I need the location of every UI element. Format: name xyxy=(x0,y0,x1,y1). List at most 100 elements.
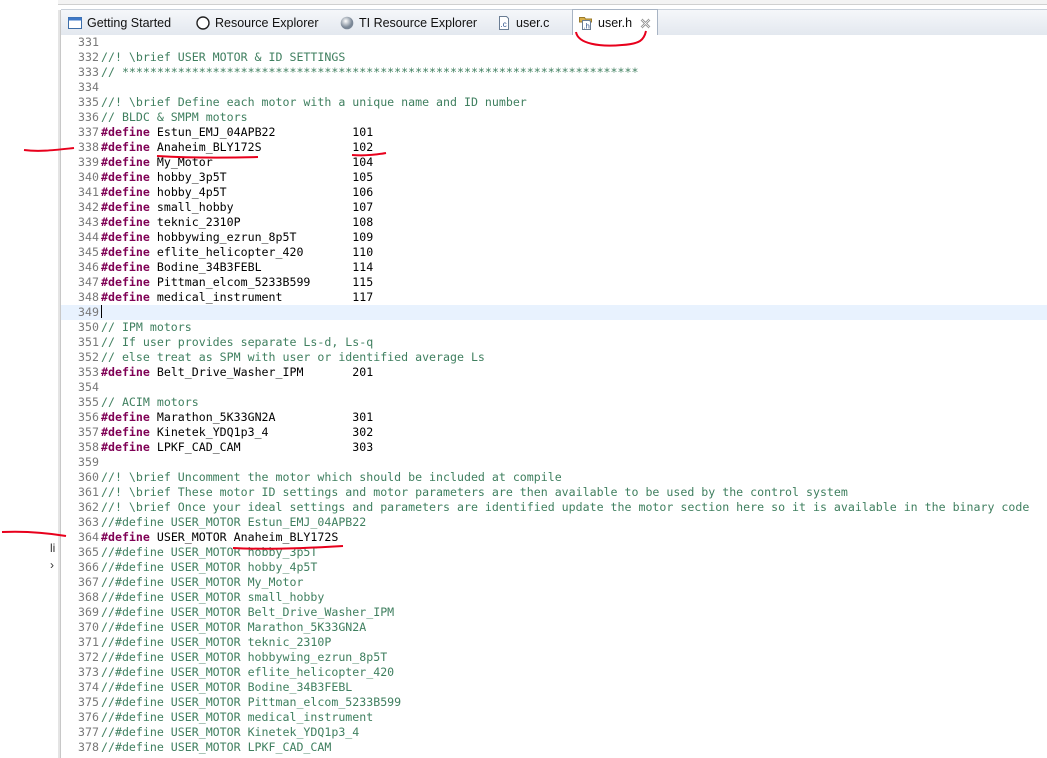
code-text: //#define USER_MOTOR eflite_helicopter_4… xyxy=(101,665,394,680)
code-line[interactable]: 349 xyxy=(61,305,1047,320)
code-line[interactable]: 346 #define Bodine_34B3FEBL 114 xyxy=(61,260,1047,275)
define-body: Kinetek_YDQ1p3_4 302 xyxy=(149,425,374,439)
code-text: #define hobbywing_ezrun_8p5T 109 xyxy=(101,230,373,245)
code-line[interactable]: 333// **********************************… xyxy=(61,65,1047,80)
tab-user-h[interactable]: .h user.h xyxy=(572,9,659,36)
code-text: //#define USER_MOTOR Marathon_5K33GN2A xyxy=(101,620,366,635)
line-number: 346 xyxy=(78,260,99,274)
line-number: 336 xyxy=(78,110,99,124)
comment-text: //#define USER_MOTOR eflite_helicopter_4… xyxy=(101,665,395,679)
code-text: // *************************************… xyxy=(101,65,638,80)
editor-tab-bar: Getting Started Resource Explorer TI Res… xyxy=(61,9,1047,36)
code-line[interactable]: 371//#define USER_MOTOR teknic_2310P xyxy=(61,635,1047,650)
define-body: LPKF_CAD_CAM 303 xyxy=(149,440,374,454)
code-text: #define teknic_2310P 108 xyxy=(101,215,373,230)
code-line[interactable]: 356 #define Marathon_5K33GN2A 301 xyxy=(61,410,1047,425)
code-text: //#define USER_MOTOR LPKF_CAD_CAM xyxy=(101,740,331,755)
code-line[interactable]: 370//#define USER_MOTOR Marathon_5K33GN2… xyxy=(61,620,1047,635)
code-editor[interactable]: 331 332//! \brief USER MOTOR & ID SETTING… xyxy=(61,35,1047,758)
line-number: 335 xyxy=(78,95,99,109)
code-line[interactable]: 376//#define USER_MOTOR medical_instrume… xyxy=(61,710,1047,725)
code-line[interactable]: 340 #define hobby_3p5T 105 xyxy=(61,170,1047,185)
code-text: #define Belt_Drive_Washer_IPM 201 xyxy=(101,365,373,380)
code-text: // If user provides separate Ls-d, Ls-q xyxy=(101,335,373,350)
code-line[interactable]: 337 #define Estun_EMJ_04APB22 101 xyxy=(61,125,1047,140)
code-line[interactable]: 377//#define USER_MOTOR Kinetek_YDQ1p3_4 xyxy=(61,725,1047,740)
code-line[interactable]: 364 #define USER_MOTOR Anaheim_BLY172S xyxy=(61,530,1047,545)
line-number: 363 xyxy=(78,515,99,529)
keyword-define: #define xyxy=(101,140,150,154)
code-text: #define Marathon_5K33GN2A 301 xyxy=(101,410,373,425)
code-text: // ACIM motors xyxy=(101,395,199,410)
code-line[interactable]: 373//#define USER_MOTOR eflite_helicopte… xyxy=(61,665,1047,680)
code-line[interactable]: 362//! \brief Once your ideal settings a… xyxy=(61,500,1047,515)
code-line[interactable]: 348 #define medical_instrument 117 xyxy=(61,290,1047,305)
compass-icon xyxy=(196,15,210,30)
line-number: 357 xyxy=(78,425,99,439)
define-body: Pittman_elcom_5233B599 115 xyxy=(149,275,374,289)
line-number: 348 xyxy=(78,290,99,304)
tab-label: Getting Started xyxy=(87,15,172,30)
code-line[interactable]: 374//#define USER_MOTOR Bodine_34B3FEBL xyxy=(61,680,1047,695)
code-line[interactable]: 355// ACIM motors xyxy=(61,395,1047,410)
code-line[interactable]: 353 #define Belt_Drive_Washer_IPM 201 xyxy=(61,365,1047,380)
code-line[interactable]: 366//#define USER_MOTOR hobby_4p5T xyxy=(61,560,1047,575)
code-line[interactable]: 375//#define USER_MOTOR Pittman_elcom_52… xyxy=(61,695,1047,710)
code-line[interactable]: 338 #define Anaheim_BLY172S 102 xyxy=(61,140,1047,155)
comment-text: //#define USER_MOTOR Estun_EMJ_04APB22 xyxy=(101,515,367,529)
code-line[interactable]: 360//! \brief Uncomment the motor which … xyxy=(61,470,1047,485)
code-line[interactable]: 344 #define hobbywing_ezrun_8p5T 109 xyxy=(61,230,1047,245)
comment-text: // IPM motors xyxy=(101,320,192,334)
code-line[interactable]: 332//! \brief USER MOTOR & ID SETTINGS xyxy=(61,50,1047,65)
code-line[interactable]: 369//#define USER_MOTOR Belt_Drive_Washe… xyxy=(61,605,1047,620)
code-line[interactable]: 367//#define USER_MOTOR My_Motor xyxy=(61,575,1047,590)
tab-getting-started[interactable]: Getting Started xyxy=(68,10,171,35)
code-line[interactable]: 334 xyxy=(61,80,1047,95)
tab-ti-resource-explorer[interactable]: TI Resource Explorer xyxy=(340,10,477,35)
code-line[interactable]: 342 #define small_hobby 107 xyxy=(61,200,1047,215)
comment-text: //#define USER_MOTOR hobby_3p5T xyxy=(101,545,318,559)
keyword-define: #define xyxy=(101,260,150,274)
code-line[interactable]: 368//#define USER_MOTOR small_hobby xyxy=(61,590,1047,605)
keyword-define: #define xyxy=(101,275,150,289)
code-line[interactable]: 372//#define USER_MOTOR hobbywing_ezrun_… xyxy=(61,650,1047,665)
code-line[interactable]: 361//! \brief These motor ID settings an… xyxy=(61,485,1047,500)
define-body: Belt_Drive_Washer_IPM 201 xyxy=(149,365,374,379)
code-line[interactable]: 358 #define LPKF_CAD_CAM 303 xyxy=(61,440,1047,455)
code-line[interactable]: 336// BLDC & SMPM motors xyxy=(61,110,1047,125)
code-line[interactable]: 354 xyxy=(61,380,1047,395)
line-number: 339 xyxy=(78,155,99,169)
code-line[interactable]: 365//#define USER_MOTOR hobby_3p5T xyxy=(61,545,1047,560)
code-line[interactable]: 335//! \brief Define each motor with a u… xyxy=(61,95,1047,110)
comment-text: //#define USER_MOTOR Belt_Drive_Washer_I… xyxy=(101,605,395,619)
code-line[interactable]: 378//#define USER_MOTOR LPKF_CAD_CAM xyxy=(61,740,1047,755)
keyword-define: #define xyxy=(101,125,150,139)
code-line[interactable]: 345 #define eflite_helicopter_420 110 xyxy=(61,245,1047,260)
line-number: 349 xyxy=(78,305,99,319)
code-line[interactable]: 352// else treat as SPM with user or ide… xyxy=(61,350,1047,365)
code-line[interactable]: 331 xyxy=(61,35,1047,50)
define-body: Anaheim_BLY172S 102 xyxy=(149,140,374,154)
code-text: //#define USER_MOTOR Belt_Drive_Washer_I… xyxy=(101,605,394,620)
line-number: 354 xyxy=(78,380,99,394)
code-line[interactable]: 341 #define hobby_4p5T 106 xyxy=(61,185,1047,200)
tab-resource-explorer[interactable]: Resource Explorer xyxy=(196,10,319,35)
line-number: 344 xyxy=(78,230,99,244)
code-line[interactable]: 343 #define teknic_2310P 108 xyxy=(61,215,1047,230)
tab-user-c[interactable]: .c user.c xyxy=(497,10,549,35)
code-text: //#define USER_MOTOR medical_instrument xyxy=(101,710,373,725)
comment-text: // *************************************… xyxy=(101,65,639,79)
code-line[interactable]: 359 xyxy=(61,455,1047,470)
code-line[interactable]: 351// If user provides separate Ls-d, Ls… xyxy=(61,335,1047,350)
close-icon[interactable] xyxy=(640,18,651,29)
code-line[interactable]: 357 #define Kinetek_YDQ1p3_4 302 xyxy=(61,425,1047,440)
define-body: teknic_2310P 108 xyxy=(149,215,374,229)
code-line[interactable]: 363//#define USER_MOTOR Estun_EMJ_04APB2… xyxy=(61,515,1047,530)
define-body: medical_instrument 117 xyxy=(149,290,374,304)
code-line[interactable]: 339 #define My_Motor 104 xyxy=(61,155,1047,170)
code-line[interactable]: 350// IPM motors xyxy=(61,320,1047,335)
h-file-icon: .h xyxy=(579,16,593,31)
code-line[interactable]: 347 #define Pittman_elcom_5233B599 115 xyxy=(61,275,1047,290)
comment-text: // BLDC & SMPM motors xyxy=(101,110,248,124)
define-body: Marathon_5K33GN2A 301 xyxy=(149,410,374,424)
